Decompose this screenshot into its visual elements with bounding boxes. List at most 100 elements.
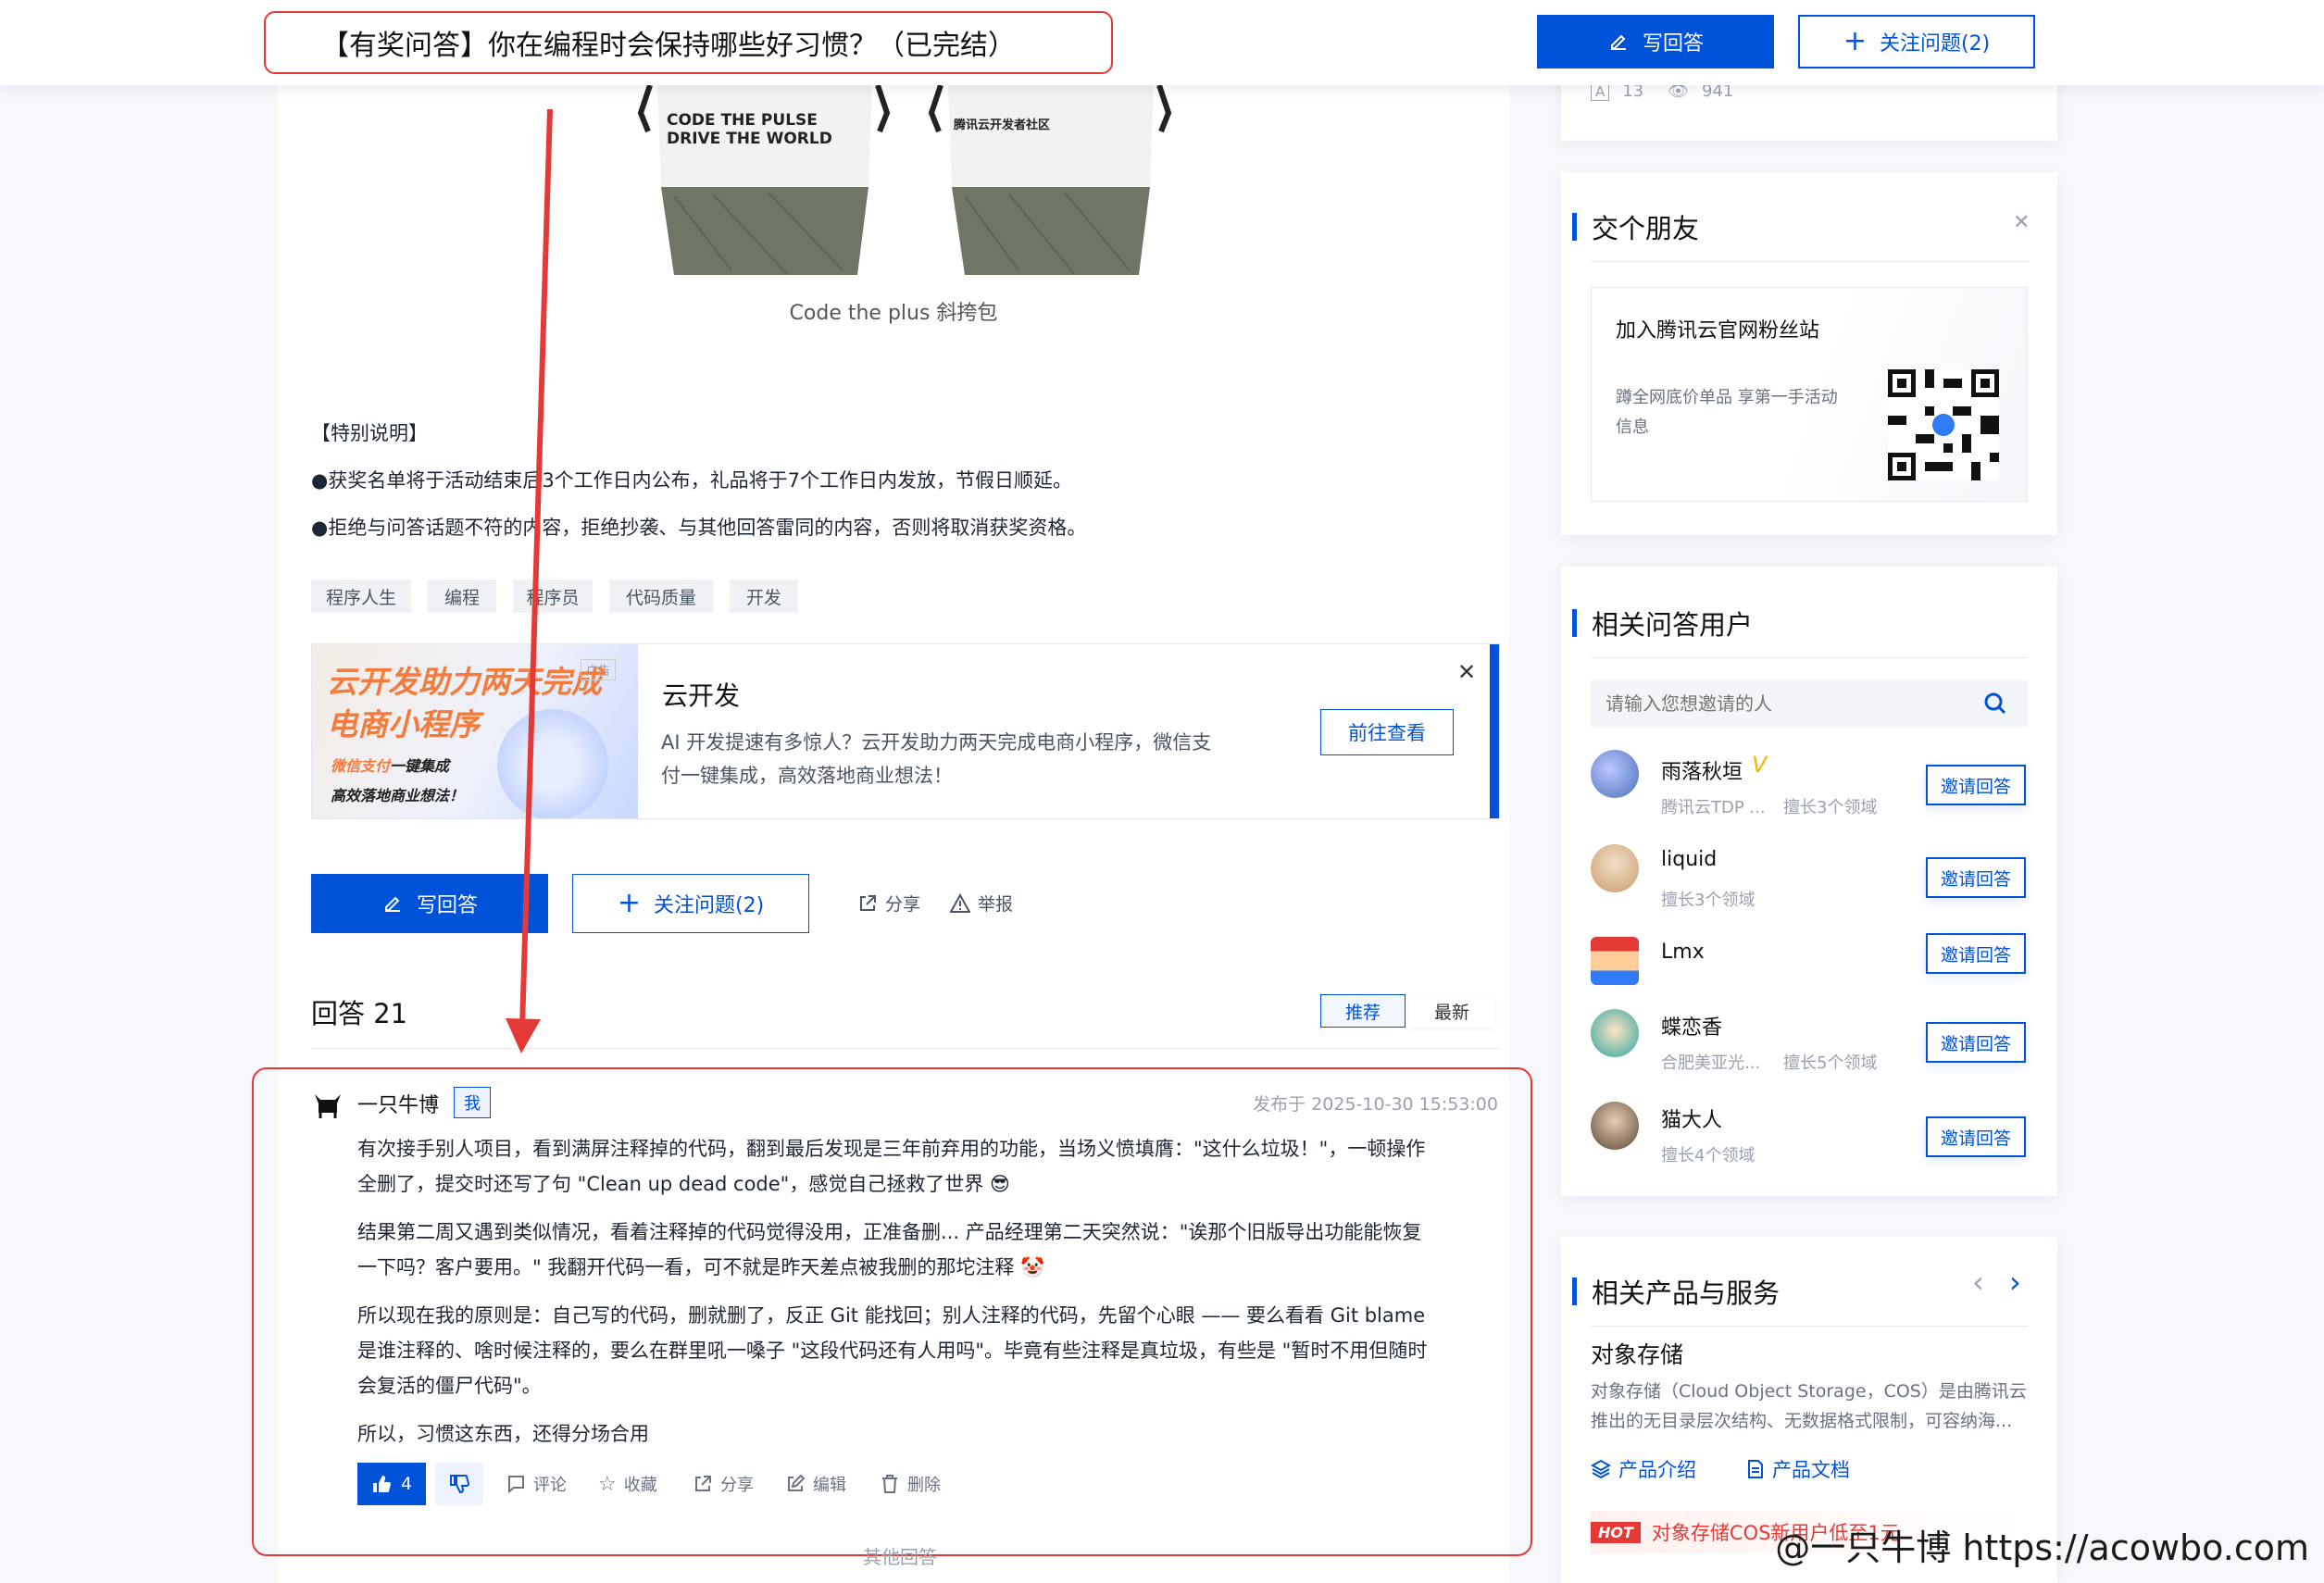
product-docs-link[interactable]: 产品文档	[1746, 1455, 1850, 1483]
user-name-4[interactable]: 蝶恋香	[1661, 1011, 1722, 1041]
collect-action[interactable]: ☆ 收藏	[598, 1472, 657, 1496]
answer-p2-line1: 结果第二周又遇到类似情况，看着注释掉的代码觉得没用，正准备删... 产品经理第二…	[357, 1221, 1422, 1243]
image-caption: Code the plus 斜挎包	[789, 302, 998, 325]
related-products-divider	[1591, 1326, 2028, 1327]
invite-search-box[interactable]	[1591, 679, 2028, 728]
answer-share-action[interactable]: 分享	[693, 1472, 754, 1496]
author-avatar[interactable]	[309, 1085, 346, 1122]
header-follow-button[interactable]: + 关注问题(2)	[1798, 15, 2035, 69]
make-friends-card: 交个朋友 ✕ 加入腾讯云官网粉丝站 蹲全网底价单品 享第一手活动 信息	[1561, 172, 2057, 535]
user-4-sub-1: 合肥美亚光...	[1661, 1053, 1761, 1073]
plus-icon: +	[1843, 25, 1867, 57]
products-prev-icon[interactable]: ‹	[1972, 1265, 1984, 1300]
follow-question-label: 关注问题(2)	[653, 894, 765, 917]
ad-desc-1: AI 开发提速有多惊人？云开发助力两天完成电商小程序，微信支	[661, 731, 1212, 754]
ad-image-sub-2: 高效落地商业想法！	[331, 787, 465, 804]
user-name-2[interactable]: liquid	[1661, 848, 1717, 871]
fan-site-desc-2: 信息	[1616, 418, 1649, 437]
invite-button-2[interactable]: 邀请回答	[1926, 857, 2026, 898]
star-icon: ☆	[598, 1472, 617, 1496]
answer-p1-line2: 全删了，提交时还写了句 "Clean up dead code"，感觉自己拯救了…	[357, 1173, 1010, 1195]
edit-action[interactable]: 编辑	[785, 1472, 846, 1496]
ad-shape	[497, 709, 608, 818]
report-label: 举报	[978, 894, 1014, 915]
product-intro-label: 产品介绍	[1618, 1459, 1696, 1481]
sort-recommend-tab[interactable]: 推荐	[1320, 994, 1406, 1028]
invite-button-1[interactable]: 邀请回答	[1926, 765, 2026, 805]
invite-button-3[interactable]: 邀请回答	[1926, 933, 2026, 974]
make-friends-close-icon[interactable]: ✕	[2013, 211, 2030, 234]
make-friends-title-text: 交个朋友	[1592, 213, 1700, 244]
ad-badge: 广告	[581, 659, 617, 680]
ad-desc-2: 付一键集成，高效落地商业想法！	[661, 765, 953, 787]
sort-latest-tab[interactable]: 最新	[1409, 994, 1494, 1028]
like-count: 4	[400, 1474, 413, 1494]
dislike-button[interactable]	[435, 1463, 483, 1505]
invite-search-input[interactable]	[1604, 692, 1978, 716]
follow-question-button[interactable]: + 关注问题(2)	[572, 874, 809, 933]
notes-line-2: ●拒绝与问答话题不符的内容，拒绝抄袭、与其他回答雷同的内容，否则将取消获奖资格。	[311, 517, 1087, 539]
edit-icon	[384, 896, 400, 912]
user-avatar-2[interactable]	[1591, 844, 1639, 892]
answer-p1-line1: 有次接手别人项目，看到满屏注释掉的代码，翻到最后发现是三年前弃用的功能，当场义愤…	[357, 1138, 1426, 1160]
like-button[interactable]: 4	[357, 1463, 426, 1505]
ad-image[interactable]: 云开发助力两天完成 电商小程序 微信支付一键集成 高效落地商业想法！ 广告	[312, 644, 638, 818]
product-intro-link[interactable]: 产品介绍	[1591, 1455, 1696, 1483]
answers-divider	[311, 1048, 1500, 1049]
user-name-3[interactable]: Lmx	[1661, 941, 1705, 964]
make-friends-title: 交个朋友	[1572, 207, 1699, 246]
fan-site-heading: 加入腾讯云官网粉丝站	[1616, 319, 1820, 343]
invite-button-4[interactable]: 邀请回答	[1926, 1022, 2026, 1063]
delete-action[interactable]: 删除	[880, 1472, 941, 1496]
ad-accent-bar	[1490, 644, 1499, 818]
author-name[interactable]: 一只牛博	[357, 1089, 439, 1118]
question-title: 【有奖问答】你在编程时会保持哪些好习惯？（已完结）	[264, 11, 1113, 74]
invite-button-5[interactable]: 邀请回答	[1926, 1116, 2026, 1157]
comment-label: 评论	[533, 1476, 567, 1495]
tag-code-quality[interactable]: 代码质量	[609, 580, 713, 613]
user-name-5[interactable]: 猫大人	[1661, 1103, 1722, 1133]
me-badge: 我	[454, 1087, 491, 1118]
answer-p3-line2: 是谁注释的、啥时候注释的，要么在群里吼一嗓子 "这段代码还有人用吗"。毕竟有些注…	[357, 1340, 1428, 1362]
related-users-divider	[1591, 657, 2028, 658]
user-avatar-1[interactable]	[1591, 750, 1639, 798]
comment-icon	[508, 1476, 524, 1494]
product-name[interactable]: 对象存储	[1591, 1337, 1683, 1370]
share-link[interactable]: 分享	[857, 891, 920, 916]
tag-programming[interactable]: 编程	[428, 580, 496, 613]
header-write-answer-button[interactable]: 写回答	[1537, 15, 1774, 69]
bag-right-text: 腾讯云开发者社区	[954, 118, 1051, 132]
comment-action[interactable]: 评论	[506, 1472, 567, 1496]
user-avatar-4[interactable]	[1591, 1009, 1639, 1057]
thumbs-down-icon	[450, 1475, 469, 1494]
edit-icon	[788, 1474, 806, 1491]
ad-cta-button[interactable]: 前往查看	[1320, 709, 1454, 755]
ad-close-icon[interactable]: ✕	[1457, 659, 1476, 685]
qr-code-icon	[1888, 369, 1999, 480]
fan-site-box[interactable]: 加入腾讯云官网粉丝站 蹲全网底价单品 享第一手活动 信息	[1591, 287, 2028, 502]
bag-left-text-1: CODE THE PULSE	[667, 111, 818, 130]
bull-logo-icon	[315, 1094, 341, 1118]
user-name-1[interactable]: 雨落秋垣	[1661, 755, 1743, 785]
ad-image-title-1: 云开发助力两天完成	[327, 664, 602, 700]
answer-p4: 所以，习惯这东西，还得分场合用	[357, 1423, 649, 1445]
answer-share-label: 分享	[720, 1476, 754, 1495]
write-answer-button[interactable]: 写回答	[311, 874, 548, 933]
search-icon[interactable]	[1983, 692, 2007, 716]
products-next-icon[interactable]: ›	[2009, 1265, 2021, 1300]
tag-programmer[interactable]: 程序员	[513, 580, 593, 613]
tag-program-life[interactable]: 程序人生	[311, 580, 411, 613]
other-answers-label: 其他回答	[863, 1546, 937, 1568]
fan-site-desc-1: 蹲全网底价单品 享第一手活动	[1616, 388, 1838, 407]
user-avatar-5[interactable]	[1591, 1102, 1639, 1150]
thumbs-up-icon	[372, 1476, 391, 1492]
user-2-sub-1: 擅长3个领域	[1661, 891, 1755, 910]
notes-line-1: ●获奖名单将于活动结束后3个工作日内公布，礼品将于7个工作日内发放，节假日顺延。	[311, 469, 1073, 492]
user-avatar-3[interactable]	[1591, 937, 1639, 985]
tag-development[interactable]: 开发	[730, 580, 798, 613]
share-icon	[695, 1476, 711, 1491]
notes-heading: 【特别说明】	[311, 422, 428, 444]
ad-title: 云开发	[662, 680, 741, 711]
report-link[interactable]: 举报	[950, 891, 1013, 916]
answer-p3-line1: 所以现在我的原则是：自己写的代码，删就删了，反正 Git 能找回；别人注释的代码…	[357, 1304, 1426, 1327]
